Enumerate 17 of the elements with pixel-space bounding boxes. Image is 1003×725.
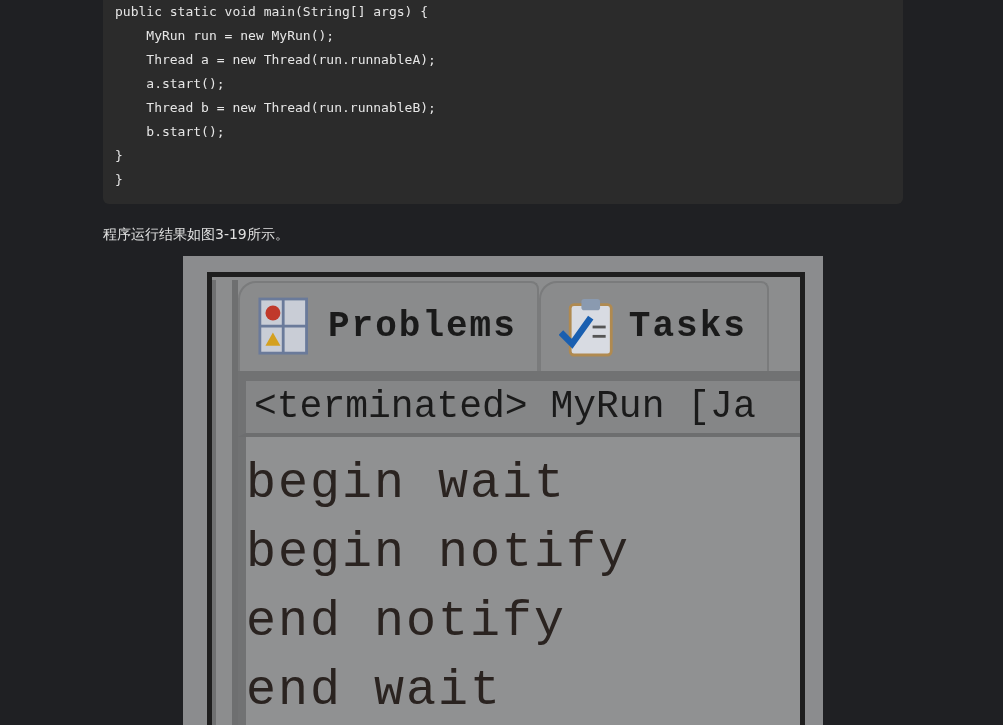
code-line: }: [115, 171, 124, 189]
code-line: }: [115, 147, 124, 165]
code-line: Thread b = new Thread(run.runnableB);: [145, 99, 437, 117]
clipboard-check-icon: [558, 296, 615, 357]
code-line: public static void main(String[] args) {: [115, 3, 430, 21]
tab[interactable]: Problems: [238, 281, 539, 371]
console-line: end wait: [246, 661, 504, 721]
console-line: begin notify: [246, 523, 632, 583]
code-line: Thread a = new Thread(run.runnableA);: [145, 51, 437, 69]
code-line: a.start();: [145, 75, 226, 93]
console-line: begin wait: [246, 454, 568, 514]
code-line: b.start();: [145, 123, 226, 141]
code-line: MyRun run = new MyRun();: [145, 27, 336, 45]
console-header: <terminated> MyRun [Ja: [238, 380, 800, 437]
console-line: end notify: [246, 592, 568, 652]
tab[interactable]: Tasks: [538, 281, 769, 371]
paragraph: 程序运行结果如图3-19所示。: [103, 225, 289, 244]
